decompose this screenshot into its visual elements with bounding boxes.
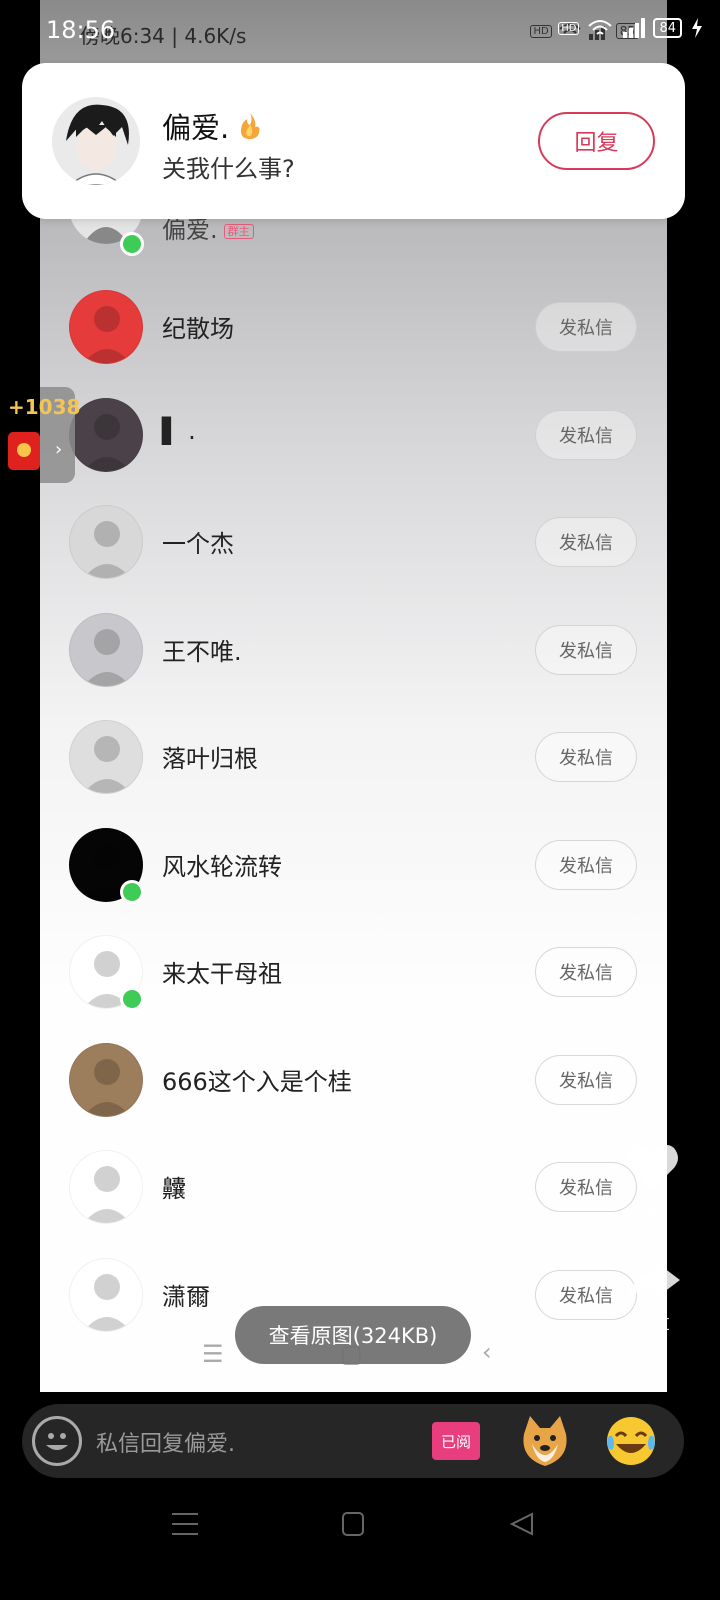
notification-sender-name: 偏爱. <box>162 111 230 145</box>
list-item-name: 纪散场 <box>162 315 234 343</box>
avatar[interactable] <box>69 1042 143 1117</box>
laughing-tears-icon <box>607 1417 655 1465</box>
send-message-button[interactable]: 发私信 <box>535 839 637 890</box>
send-message-button[interactable]: 发私信 <box>535 947 637 997</box>
online-indicator <box>120 879 144 904</box>
doge-icon <box>523 1416 567 1466</box>
list-item-name-text: 偏爱. <box>162 216 218 244</box>
member-list: 纪散场 发私信 ▌ . 发私信 一个杰 发私信 王不唯. 发私信 落叶归根 发私信 风水轮流转 发私信… <box>40 274 667 1349</box>
group-owner-badge: 群主 <box>223 224 254 239</box>
list-item-name: 一个杰 <box>162 530 234 558</box>
menu-icon[interactable] <box>172 1512 198 1536</box>
list-item[interactable]: 来太干母祖 发私信 <box>40 919 667 1027</box>
wifi-icon <box>588 20 613 35</box>
reply-bar: 私信回复偏爱. 已阅 <box>22 1404 684 1478</box>
notification-sender: 偏爱. <box>162 105 265 147</box>
share-label: 分享 <box>634 1316 670 1337</box>
list-item-name: 风水轮流转 <box>162 852 282 881</box>
status-time: 18:56 <box>46 16 116 44</box>
list-item[interactable]: 齉发私信 <box>40 1134 667 1242</box>
inner-menu-icon: ☰ <box>202 1340 224 1368</box>
red-packet-count: +1038 <box>8 395 81 419</box>
system-nav-bar <box>0 1500 720 1550</box>
list-item-name: 王不唯. <box>162 637 242 666</box>
like-label: 爱 <box>643 1202 661 1223</box>
list-item[interactable]: 落叶归根 发私信 <box>40 704 667 812</box>
fire-icon <box>241 113 260 139</box>
status-bar: 18:56 HD 84 <box>0 0 720 66</box>
list-item[interactable]: 一个杰 发私信 <box>40 489 667 597</box>
share-button[interactable]: 分享 <box>612 1258 692 1338</box>
list-item-name: 落叶归根 <box>162 745 258 773</box>
send-message-button[interactable]: 发私信 <box>535 732 637 782</box>
like-button[interactable]: 爱 <box>612 1138 692 1224</box>
list-item-name: ▌ . <box>162 416 196 445</box>
charging-icon <box>692 18 702 38</box>
avatar[interactable] <box>69 505 143 579</box>
notification-message: 关我什么事? <box>162 155 295 183</box>
home-icon[interactable] <box>342 1512 364 1536</box>
red-packet-widget[interactable]: › +1038 <box>0 387 80 483</box>
send-message-button[interactable]: 发私信 <box>535 517 637 567</box>
avatar[interactable] <box>69 1257 143 1332</box>
online-indicator <box>120 987 144 1011</box>
avatar[interactable] <box>69 1150 143 1224</box>
send-message-button[interactable]: 发私信 <box>535 302 637 352</box>
avatar[interactable] <box>69 612 143 687</box>
online-indicator <box>120 232 144 256</box>
status-icons: HD 84 <box>558 18 704 38</box>
reply-button[interactable]: 回复 <box>538 112 655 170</box>
list-item-name: 666这个入是个桂 <box>162 1067 352 1096</box>
list-item-name: 潇爾 <box>162 1282 210 1311</box>
signal-icon <box>623 18 646 38</box>
read-badge[interactable]: 已阅 <box>432 1422 480 1460</box>
message-notification[interactable]: 偏爱. 关我什么事? 回复 <box>22 63 685 219</box>
inner-back-icon: ‹ <box>482 1338 492 1366</box>
avatar[interactable] <box>69 720 143 794</box>
back-icon[interactable] <box>510 1512 534 1536</box>
notification-avatar <box>52 97 140 185</box>
reply-input[interactable]: 私信回复偏爱. <box>96 1426 235 1458</box>
list-item[interactable]: 666这个入是个桂 发私信 <box>40 1027 667 1135</box>
send-message-button[interactable]: 发私信 <box>535 409 637 460</box>
doge-sticker-button[interactable] <box>518 1414 572 1472</box>
send-message-button[interactable]: 发私信 <box>535 1054 637 1105</box>
emoji-face-icon[interactable] <box>32 1416 82 1466</box>
battery-icon: 84 <box>653 18 682 38</box>
side-actions: 爱 分享 <box>612 1138 692 1338</box>
send-message-button[interactable]: 发私信 <box>535 624 637 675</box>
list-item[interactable]: 王不唯. 发私信 <box>40 597 667 705</box>
list-item-name: 齉 <box>162 1175 186 1203</box>
chevron-right-icon: › <box>55 439 63 460</box>
list-item[interactable]: 风水轮流转 发私信 <box>40 812 667 920</box>
avatar[interactable] <box>69 290 143 364</box>
list-item[interactable]: ▌ . 发私信 <box>40 382 667 490</box>
list-item[interactable]: 纪散场 发私信 <box>40 274 667 382</box>
laugh-emoji-button[interactable] <box>604 1414 658 1472</box>
view-original-button[interactable]: 查看原图(324KB) <box>235 1306 471 1364</box>
share-icon <box>626 1262 680 1304</box>
list-item-name: 来太干母祖 <box>162 960 282 988</box>
red-packet-icon[interactable] <box>8 432 40 470</box>
heart-icon <box>626 1144 678 1190</box>
hd-icon: HD <box>558 21 580 35</box>
